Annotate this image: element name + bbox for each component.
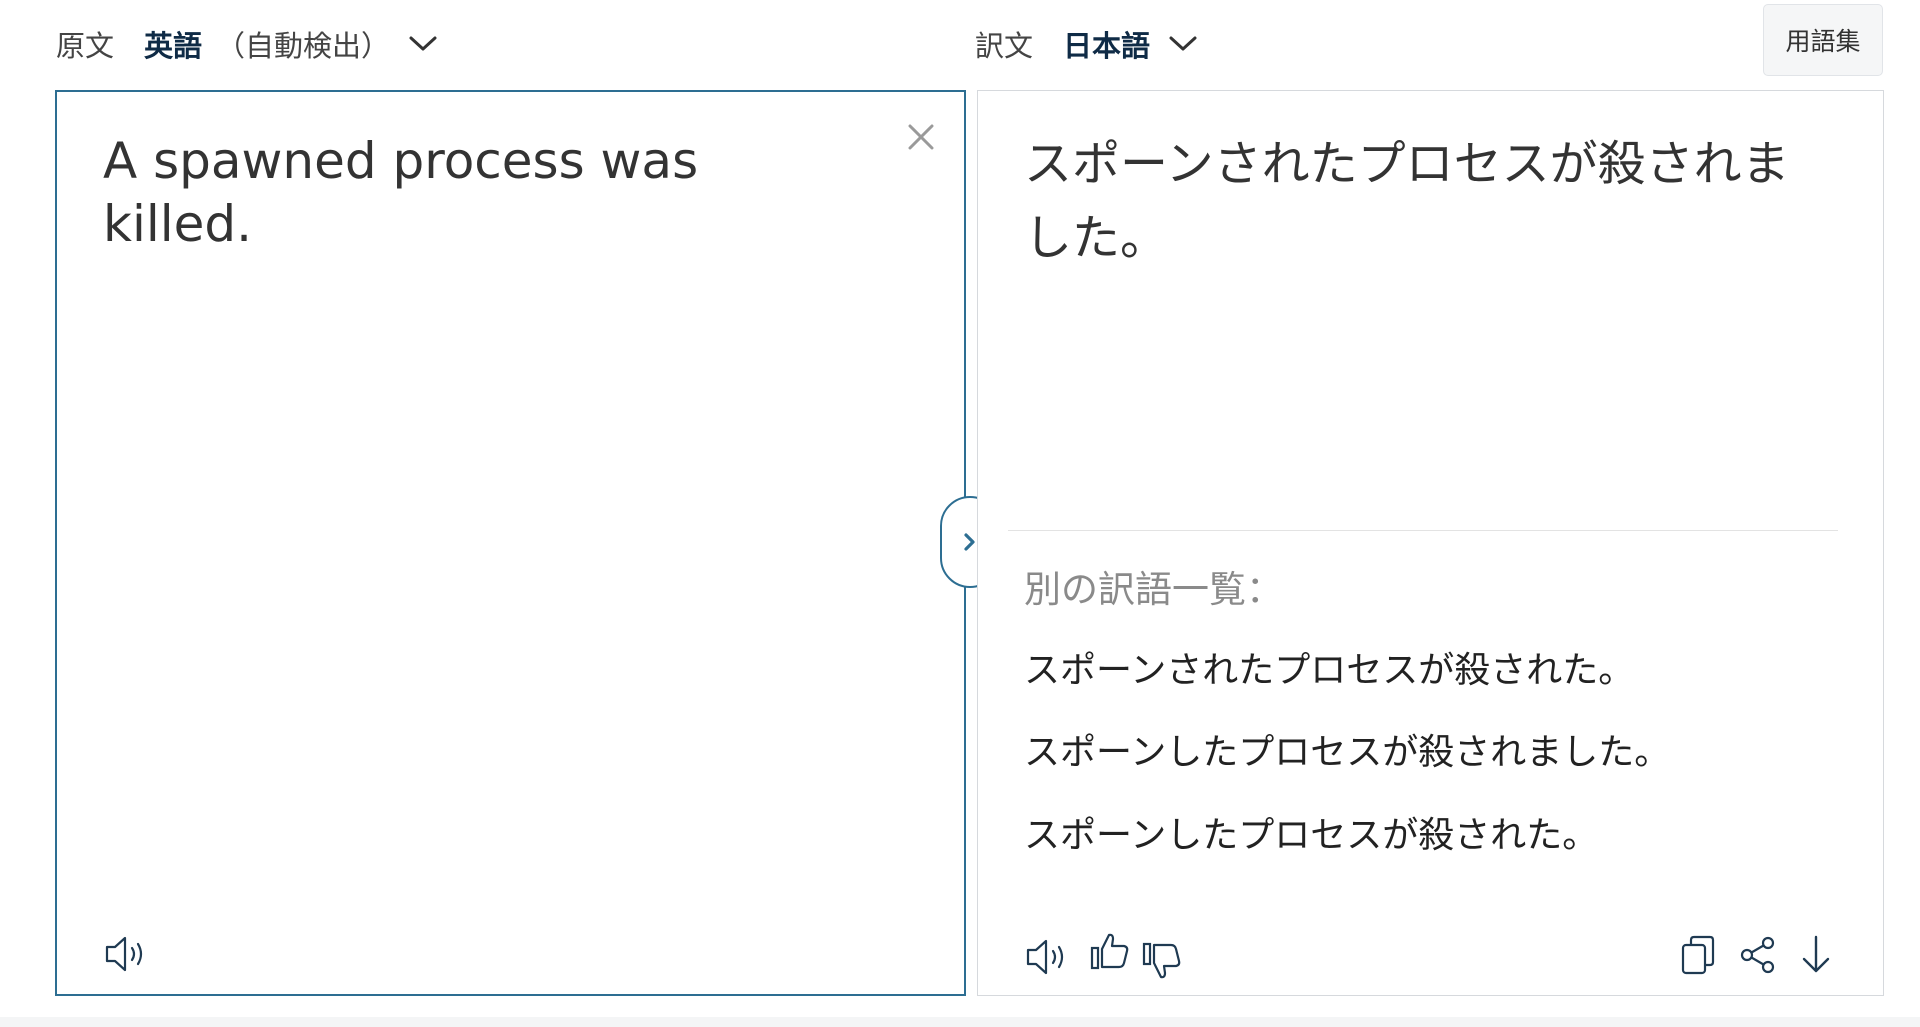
target-language-selector[interactable]: 日本語 [1063, 23, 1150, 65]
auto-detect-note: （自動検出） [216, 29, 391, 63]
alternatives-heading: 別の訳語一覧： [1024, 568, 1283, 611]
translation-text: スポーンされたプロセスが殺されました。 [1024, 136, 1790, 266]
copy-icon[interactable] [1674, 929, 1722, 981]
download-icon[interactable] [1792, 929, 1840, 981]
target-caption: 訳文 [975, 29, 1034, 63]
page-footer-strip [0, 1017, 1920, 1027]
close-icon[interactable] [904, 120, 938, 154]
target-language-bar: 訳文 日本語 [975, 18, 1198, 70]
speaker-icon[interactable] [101, 928, 153, 980]
divider [1008, 530, 1838, 531]
glossary-button[interactable]: 用語集 [1763, 4, 1883, 76]
source-caption: 原文 [56, 29, 115, 63]
chevron-down-icon[interactable] [408, 34, 438, 54]
target-panel: スポーンされたプロセスが殺されました。 別の訳語一覧： スポーンされたプロセスが… [977, 90, 1884, 996]
source-language-selector[interactable]: 英語 [144, 23, 202, 65]
alternative-translation-item[interactable]: スポーンしたプロセスが殺された。 [1024, 806, 1598, 858]
source-panel[interactable]: A spawned process was killed. [55, 90, 966, 996]
speaker-icon[interactable] [1022, 931, 1074, 983]
alternative-translation-item[interactable]: スポーンされたプロセスが殺された。 [1024, 641, 1634, 693]
thumbs-up-icon[interactable] [1086, 925, 1134, 977]
alternative-translation-item[interactable]: スポーンしたプロセスが殺されました。 [1024, 723, 1670, 775]
share-icon[interactable] [1734, 929, 1782, 981]
source-text-input[interactable]: A spawned process was killed. [103, 130, 844, 255]
chevron-down-icon[interactable] [1168, 34, 1198, 54]
thumbs-down-icon[interactable] [1138, 935, 1186, 987]
source-language-bar: 原文 英語 （自動検出） [56, 18, 438, 70]
